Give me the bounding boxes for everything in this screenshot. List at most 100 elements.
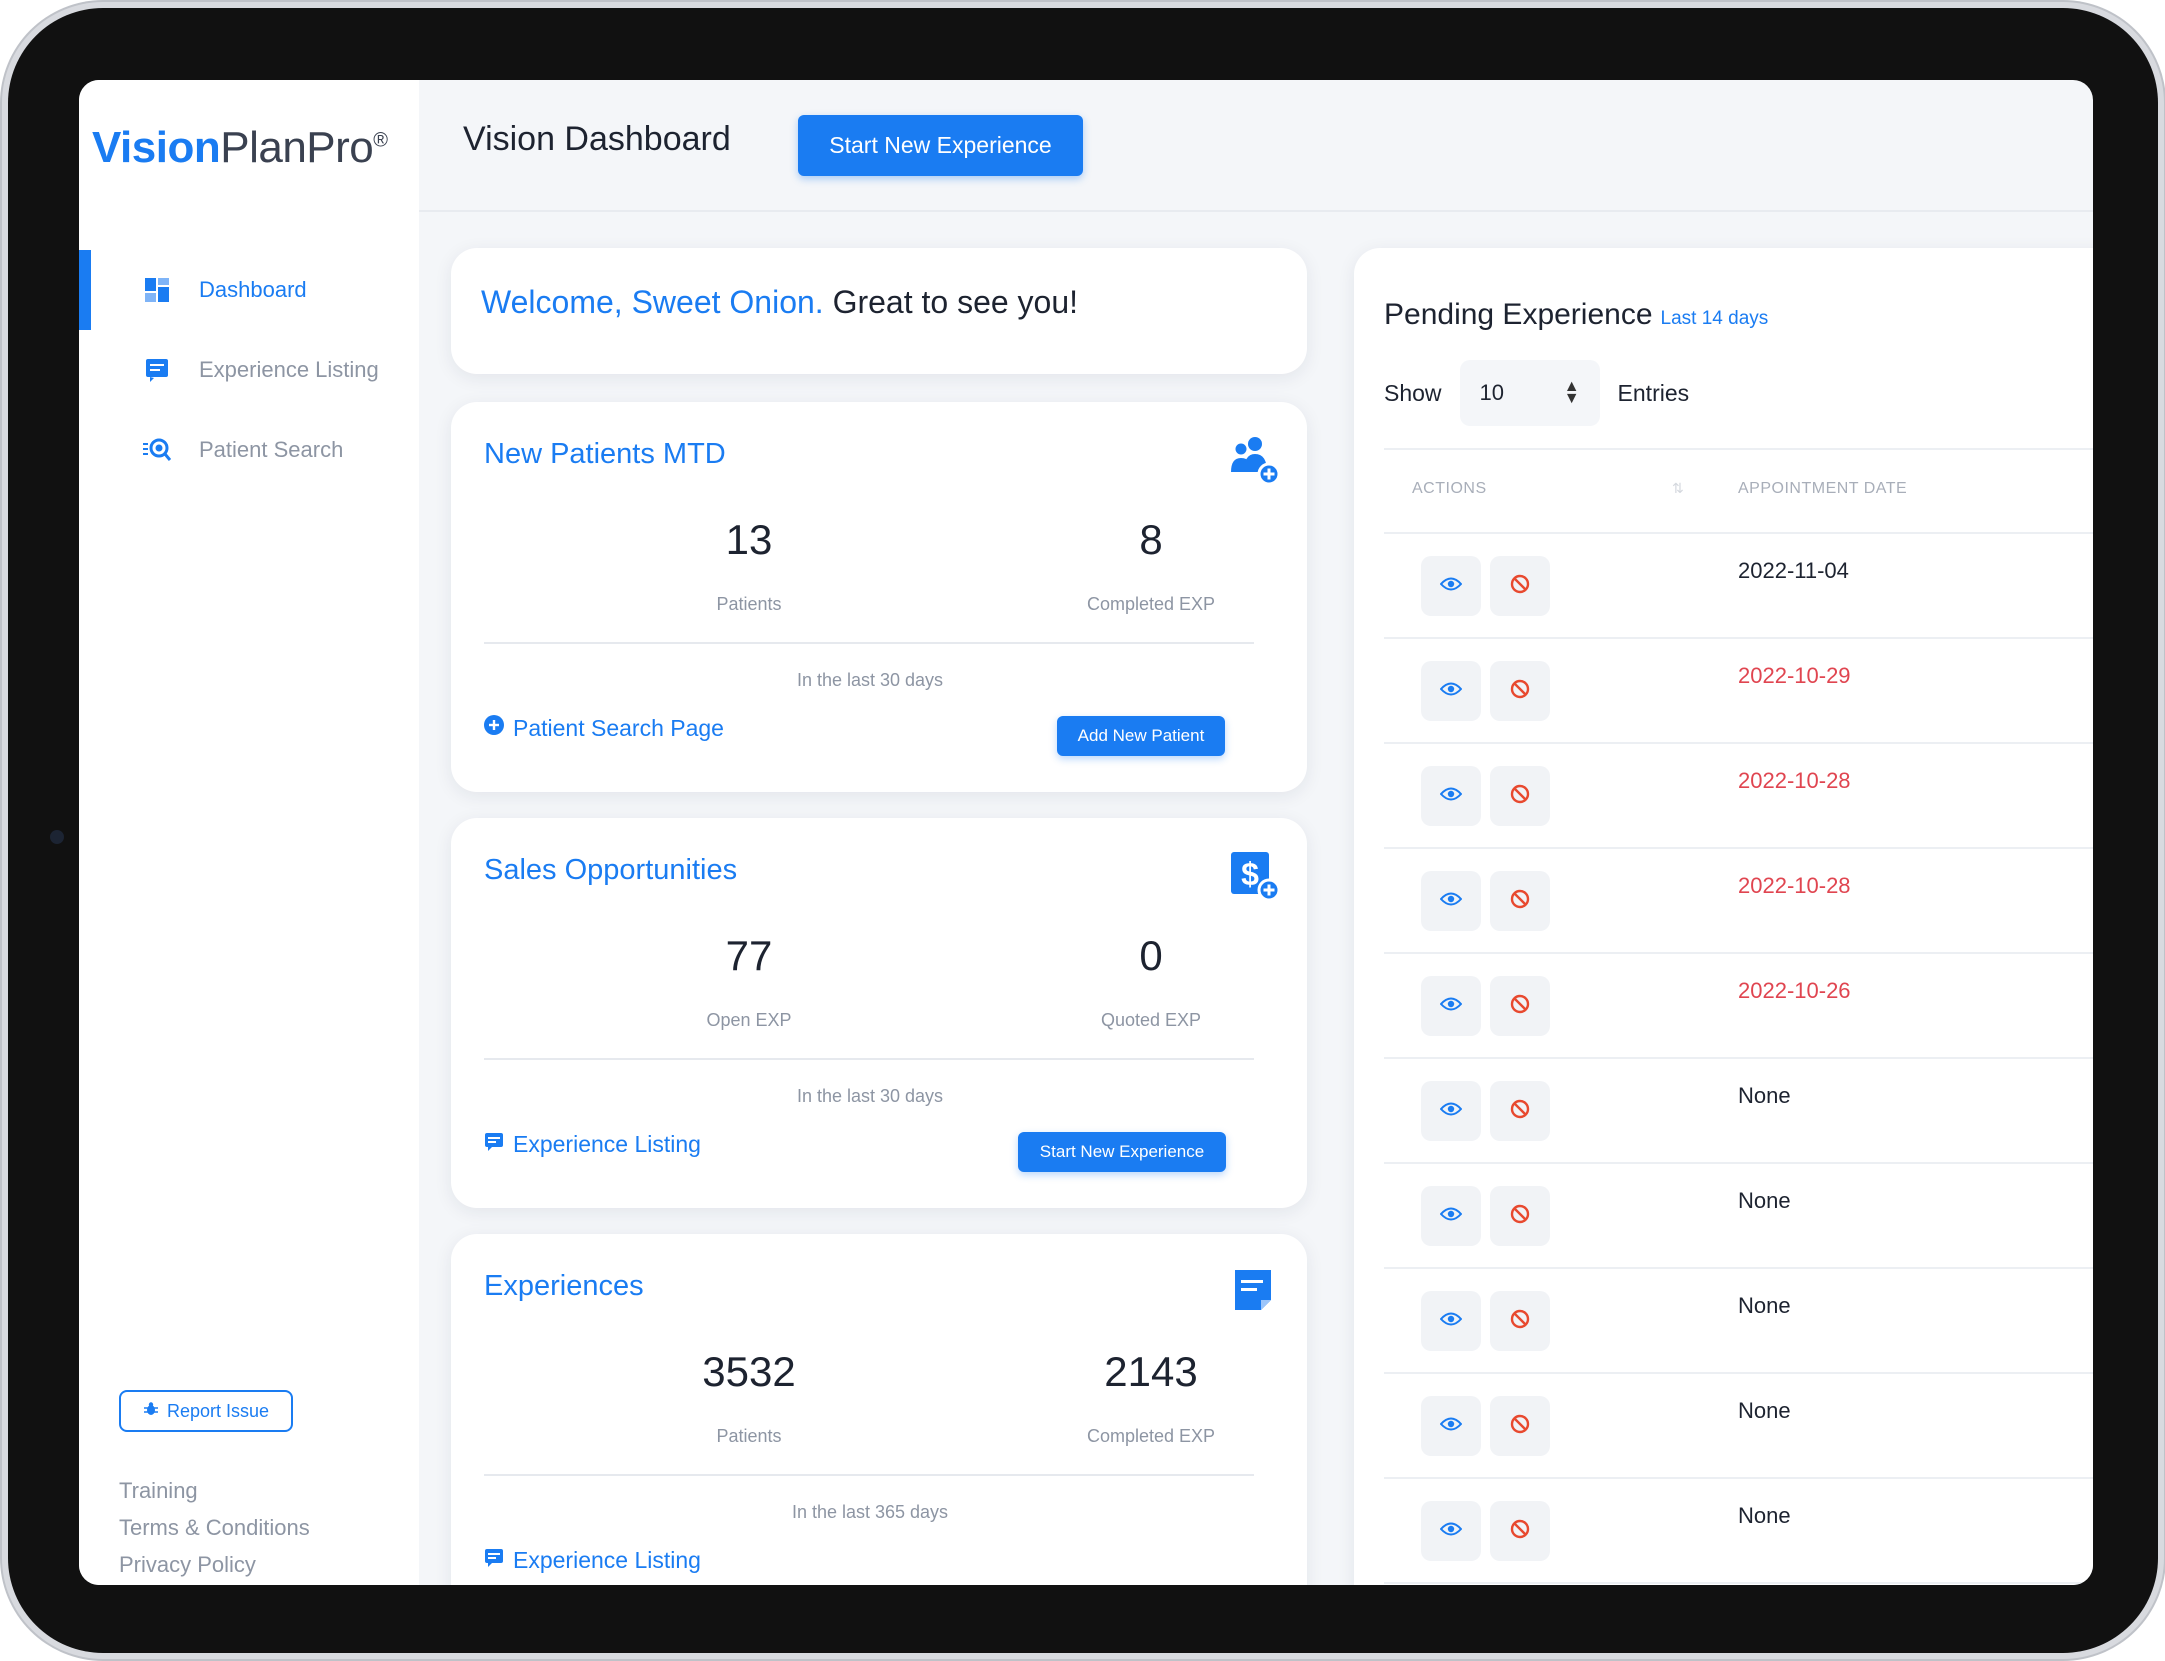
cancel-button[interactable] bbox=[1490, 1501, 1550, 1561]
stat-label: Patients bbox=[716, 594, 782, 614]
table-top-divider bbox=[1384, 448, 2093, 450]
table-row: 2022-11-04 bbox=[1384, 534, 2093, 639]
card-title: Sales Opportunities bbox=[484, 854, 738, 886]
appointment-date: 2022-10-26 bbox=[1738, 978, 1851, 1003]
start-new-experience-button[interactable]: Start New Experience bbox=[798, 115, 1083, 176]
appointment-date: 2022-10-28 bbox=[1738, 768, 1851, 793]
table-row: None bbox=[1384, 1164, 2093, 1269]
terms-link[interactable]: Terms & Conditions bbox=[119, 1509, 310, 1546]
table-row: None bbox=[1384, 1374, 2093, 1479]
cancel-button[interactable] bbox=[1490, 661, 1550, 721]
plus-circle-icon bbox=[483, 714, 505, 742]
cancel-button[interactable] bbox=[1490, 1396, 1550, 1456]
appointment-date: 2022-10-29 bbox=[1738, 663, 1851, 688]
start-new-experience-card-button[interactable]: Start New Experience bbox=[1018, 1132, 1226, 1172]
brand-light: PlanPro bbox=[220, 123, 374, 172]
stat-value: 0 bbox=[1139, 932, 1163, 979]
cancel-button[interactable] bbox=[1490, 766, 1550, 826]
view-button[interactable] bbox=[1421, 661, 1481, 721]
view-button[interactable] bbox=[1421, 1291, 1481, 1351]
cancel-icon bbox=[1510, 1204, 1530, 1229]
sidebar-item-dashboard[interactable]: Dashboard bbox=[79, 250, 419, 330]
view-button[interactable] bbox=[1421, 556, 1481, 616]
stat-label: Quoted EXP bbox=[1100, 1010, 1202, 1030]
patient-search-icon bbox=[143, 436, 171, 464]
sidebar-item-patient-search[interactable]: Patient Search bbox=[79, 410, 419, 490]
card-divider bbox=[484, 1474, 1254, 1476]
sidebar: VisionPlanPro® Dashboard Experience List… bbox=[79, 80, 419, 1585]
table-row: 2022-10-28 bbox=[1384, 849, 2093, 954]
stat-value: 3532 bbox=[702, 1348, 796, 1395]
add-patients-icon bbox=[1227, 432, 1283, 488]
svg-text:$: $ bbox=[1241, 856, 1259, 892]
pending-rows: 2022-11-04 2022-10-29 2022-10-28 2022-10-28… bbox=[1384, 534, 2093, 1584]
sidebar-item-experience-listing[interactable]: Experience Listing bbox=[79, 330, 419, 410]
view-button[interactable] bbox=[1421, 976, 1481, 1036]
sidebar-item-label: Experience Listing bbox=[199, 357, 379, 382]
column-header-actions[interactable]: ACTIONS bbox=[1412, 480, 1487, 498]
pending-experience-panel: Pending Experience Last 14 days Show 10 ▲… bbox=[1354, 248, 2093, 1585]
bug-icon bbox=[143, 1401, 159, 1422]
experience-listing-link[interactable]: Experience Listing bbox=[483, 1546, 701, 1574]
cancel-icon bbox=[1510, 1519, 1530, 1544]
report-issue-label: Report Issue bbox=[166, 1400, 270, 1421]
appointment-date: None bbox=[1738, 1503, 1791, 1528]
view-button[interactable] bbox=[1421, 1186, 1481, 1246]
cancel-icon bbox=[1510, 994, 1530, 1019]
cancel-icon bbox=[1510, 784, 1530, 809]
stat-label: Patients bbox=[716, 1426, 782, 1446]
appointment-date: None bbox=[1738, 1188, 1791, 1213]
table-row: 2022-10-26 bbox=[1384, 954, 2093, 1059]
view-button[interactable] bbox=[1421, 1081, 1481, 1141]
eye-icon bbox=[1439, 1311, 1463, 1332]
stat-label: Open EXP bbox=[706, 1010, 792, 1030]
cancel-icon bbox=[1510, 1099, 1530, 1124]
privacy-link[interactable]: Privacy Policy bbox=[119, 1546, 310, 1583]
eye-icon bbox=[1439, 891, 1463, 912]
eye-icon bbox=[1439, 681, 1463, 702]
cancel-icon bbox=[1510, 574, 1530, 599]
cancel-button[interactable] bbox=[1490, 1081, 1550, 1141]
view-button[interactable] bbox=[1421, 766, 1481, 826]
welcome-message: Welcome, Sweet Onion. Great to see you! bbox=[481, 284, 1078, 321]
list-icon bbox=[483, 1546, 505, 1574]
stat-value: 2143 bbox=[1104, 1348, 1198, 1395]
welcome-rest: Great to see you! bbox=[823, 284, 1079, 320]
footer-links: Training Terms & Conditions Privacy Poli… bbox=[119, 1472, 310, 1583]
experience-listing-link[interactable]: Experience Listing bbox=[483, 1130, 701, 1158]
view-button[interactable] bbox=[1421, 1501, 1481, 1561]
list-icon bbox=[143, 356, 171, 384]
brand-logo[interactable]: VisionPlanPro® bbox=[92, 123, 388, 173]
add-new-patient-button[interactable]: Add New Patient bbox=[1057, 716, 1225, 756]
experiences-card: Experiences 3532 Patients 2143 Completed… bbox=[451, 1234, 1307, 1585]
dashboard-icon bbox=[143, 276, 171, 304]
patient-search-page-link[interactable]: Patient Search Page bbox=[483, 714, 724, 742]
appointment-date: 2022-11-04 bbox=[1738, 558, 1849, 583]
period-label: In the last 365 days bbox=[791, 1502, 949, 1522]
entries-select[interactable]: 10 ▲ ▼ bbox=[1459, 360, 1600, 426]
training-link[interactable]: Training bbox=[119, 1472, 310, 1509]
entries-control: Show 10 ▲ ▼ Entries bbox=[1384, 360, 1689, 426]
view-button[interactable] bbox=[1421, 871, 1481, 931]
card-title: Experiences bbox=[484, 1270, 644, 1302]
sort-icon[interactable]: ⇅ bbox=[1672, 480, 1684, 497]
camera-dot bbox=[50, 830, 64, 844]
column-header-appointment-date[interactable]: APPOINTMENT DATE bbox=[1738, 480, 1907, 498]
report-issue-button[interactable]: Report Issue bbox=[119, 1390, 293, 1432]
list-icon bbox=[483, 1130, 505, 1158]
view-button[interactable] bbox=[1421, 1396, 1481, 1456]
stat-label: Completed EXP bbox=[1086, 594, 1216, 614]
cancel-button[interactable] bbox=[1490, 556, 1550, 616]
eye-icon bbox=[1439, 1521, 1463, 1542]
cancel-button[interactable] bbox=[1490, 1291, 1550, 1351]
page-title: Vision Dashboard bbox=[463, 120, 731, 158]
cancel-button[interactable] bbox=[1490, 976, 1550, 1036]
appointment-date: None bbox=[1738, 1398, 1791, 1423]
link-label: Experience Listing bbox=[513, 1546, 701, 1573]
cancel-button[interactable] bbox=[1490, 1186, 1550, 1246]
period-label: In the last 30 days bbox=[796, 670, 944, 690]
cancel-button[interactable] bbox=[1490, 871, 1550, 931]
link-label: Experience Listing bbox=[513, 1130, 701, 1157]
link-label: Patient Search Page bbox=[513, 714, 724, 741]
cancel-icon bbox=[1510, 1414, 1530, 1439]
